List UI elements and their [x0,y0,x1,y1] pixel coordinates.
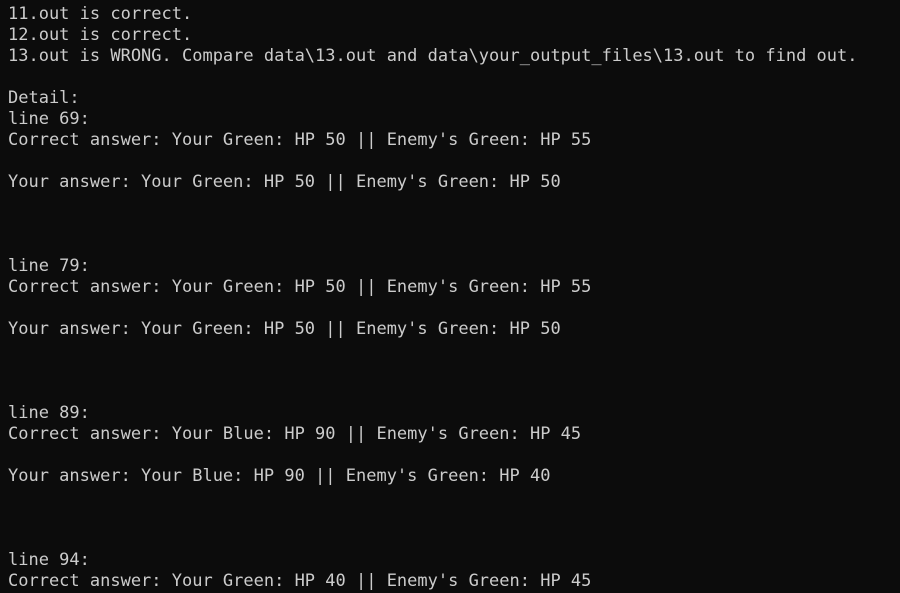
output-line: line 79: [8,256,90,276]
terminal-output[interactable]: 11.out is correct. 12.out is correct. 13… [0,0,900,593]
output-line: 12.out is correct. [8,25,193,45]
output-line: Your answer: Your Blue: HP 90 || Enemy's… [8,466,551,486]
output-line: line 89: [8,403,90,423]
output-line: Your answer: Your Green: HP 50 || Enemy'… [8,319,561,339]
output-line: Correct answer: Your Green: HP 50 || Ene… [8,130,592,150]
output-line: 11.out is correct. [8,4,193,24]
output-line: line 69: [8,109,90,129]
output-line: 13.out is WRONG. Compare data\13.out and… [8,46,858,66]
output-line: Correct answer: Your Green: HP 40 || Ene… [8,571,592,591]
output-line: Detail: [8,88,80,108]
output-line: Correct answer: Your Blue: HP 90 || Enem… [8,424,582,444]
output-line: line 94: [8,550,90,570]
output-line: Your answer: Your Green: HP 50 || Enemy'… [8,172,561,192]
output-line: Correct answer: Your Green: HP 50 || Ene… [8,277,592,297]
